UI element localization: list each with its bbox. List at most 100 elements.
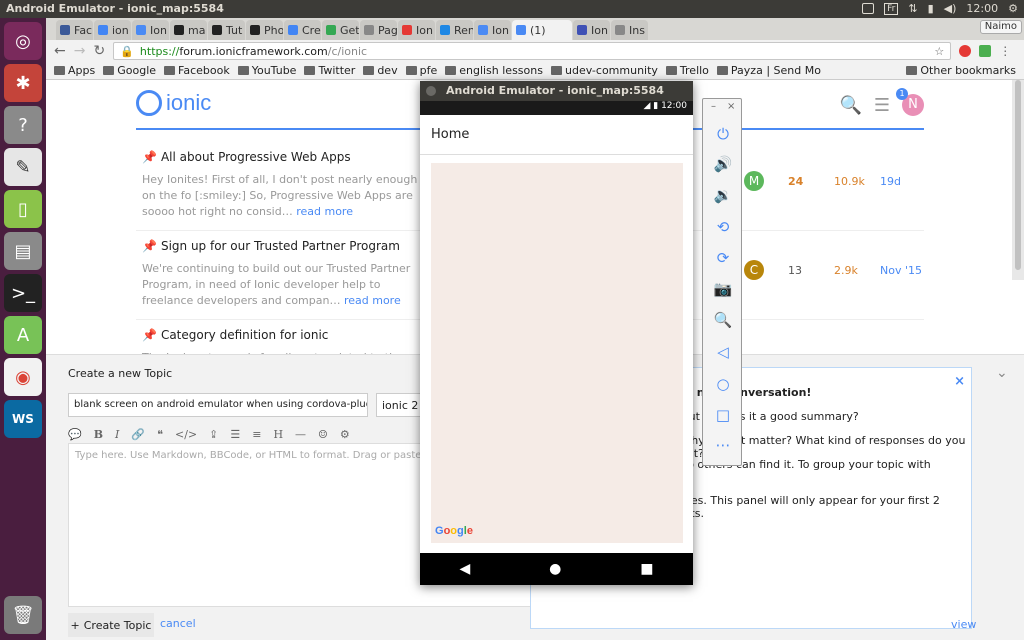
bookmark-item[interactable]: Twitter xyxy=(304,64,355,77)
quote-icon[interactable]: 💬 xyxy=(68,428,82,441)
activity-date[interactable]: 19d xyxy=(880,175,901,188)
bookmark-item[interactable]: Google xyxy=(103,64,156,77)
browser-tab[interactable]: Ion xyxy=(398,20,435,40)
battery-icon[interactable]: ▮ xyxy=(928,2,934,15)
other-bookmarks-folder[interactable]: Other bookmarks xyxy=(906,64,1016,77)
hamburger-menu-icon[interactable]: ☰ xyxy=(874,95,890,116)
close-icon[interactable]: × xyxy=(727,101,735,112)
home-circle-icon[interactable]: ○ xyxy=(703,375,743,393)
browser-tab[interactable]: Get xyxy=(322,20,359,40)
code-icon[interactable]: </> xyxy=(175,428,197,441)
bookmark-item[interactable]: YouTube xyxy=(237,64,296,77)
network-icon[interactable]: ⇅ xyxy=(908,2,917,15)
browser-tab[interactable]: Ion xyxy=(474,20,511,40)
topic-title-input[interactable]: blank screen on android emulator when us… xyxy=(68,393,368,417)
help-icon[interactable]: ? xyxy=(4,106,42,144)
chevron-down-icon[interactable]: ⌄ xyxy=(996,365,1008,381)
text-editor-icon[interactable]: ✎ xyxy=(4,148,42,186)
rotate-right-icon[interactable]: ⟳ xyxy=(703,249,743,267)
browser-tab[interactable]: Fac xyxy=(56,20,93,40)
read-more-link[interactable]: read more xyxy=(296,205,353,218)
poster-avatar[interactable]: C xyxy=(744,260,764,280)
menu-icon[interactable]: ⋮ xyxy=(999,44,1011,58)
bookmark-star-icon[interactable]: ☆ xyxy=(934,45,944,58)
back-arrow-icon[interactable]: ← xyxy=(54,43,66,59)
bookmark-item[interactable]: Facebook xyxy=(164,64,230,77)
browser-tab[interactable]: Pho xyxy=(246,20,283,40)
options-gear-icon[interactable]: ⚙ xyxy=(340,428,350,441)
forward-arrow-icon[interactable]: → xyxy=(74,43,86,59)
window-close-icon[interactable] xyxy=(426,86,436,96)
adblock-extension-icon[interactable] xyxy=(959,45,972,57)
zoom-icon[interactable]: 🔍 xyxy=(703,311,743,329)
browser-tab[interactable]: (1) xyxy=(512,20,572,40)
back-triangle-icon[interactable]: ◁ xyxy=(703,343,743,361)
browser-tab[interactable]: Pag xyxy=(360,20,397,40)
browser-tab[interactable]: Ion xyxy=(573,20,610,40)
volume-down-icon[interactable]: 🔉 xyxy=(703,186,743,204)
reload-icon[interactable]: ↻ xyxy=(93,43,105,59)
google-map-view[interactable] xyxy=(431,163,683,543)
profile-button[interactable]: Naimo xyxy=(979,20,1022,34)
browser-tab[interactable]: Cre xyxy=(284,20,321,40)
bold-icon[interactable]: B xyxy=(94,428,103,441)
terminal-icon[interactable]: >_ xyxy=(4,274,42,312)
link-icon[interactable]: 🔗 xyxy=(131,428,145,441)
nav-home-icon[interactable]: ● xyxy=(549,561,561,577)
search-icon[interactable]: 🔍 xyxy=(839,95,861,116)
browser-tab[interactable]: ion xyxy=(94,20,131,40)
cancel-link[interactable]: cancel xyxy=(160,617,196,630)
system-settings-icon[interactable]: ✱ xyxy=(4,64,42,102)
activity-date[interactable]: Nov '15 xyxy=(880,264,922,277)
browser-tab[interactable]: Tut xyxy=(208,20,245,40)
topic-title-line[interactable]: 📌 Category definition for ionic xyxy=(142,328,422,342)
bookmark-item[interactable]: udev-community xyxy=(550,64,658,77)
overview-square-icon[interactable]: □ xyxy=(703,406,743,424)
volume-icon[interactable]: ◀) xyxy=(944,2,957,15)
topic-title-line[interactable]: 📌 All about Progressive Web Apps xyxy=(142,150,422,164)
browser-tab[interactable]: ma xyxy=(170,20,207,40)
bookmark-item[interactable]: Payza | Send Mo xyxy=(716,64,821,77)
topic-title-line[interactable]: 📌 Sign up for our Trusted Partner Program xyxy=(142,239,422,253)
read-more-link[interactable]: read more xyxy=(344,294,401,307)
topic-row[interactable]: 📌 All about Progressive Web Apps Hey Ionit… xyxy=(142,150,422,220)
emoji-icon[interactable]: ☺ xyxy=(318,428,328,441)
dropbox-icon[interactable] xyxy=(862,3,875,14)
android-device-icon[interactable]: ▯ xyxy=(4,190,42,228)
topic-row[interactable]: 📌 Sign up for our Trusted Partner Program… xyxy=(142,239,422,309)
numbered-list-icon[interactable]: ≡ xyxy=(252,428,261,441)
extension-icon[interactable] xyxy=(979,45,992,57)
horizontal-rule-icon[interactable]: — xyxy=(295,428,306,441)
tip-footer-link[interactable]: view xyxy=(951,618,976,631)
ubuntu-dash-icon[interactable]: ◎ xyxy=(4,22,42,60)
chrome-icon[interactable]: ◉ xyxy=(4,358,42,396)
more-icon[interactable]: ⋯ xyxy=(703,436,743,454)
rotate-left-icon[interactable]: ⟲ xyxy=(703,218,743,236)
file-cabinet-icon[interactable]: ▤ xyxy=(4,232,42,270)
ionic-logo[interactable]: ionic xyxy=(136,90,211,116)
page-scrollbar[interactable] xyxy=(1012,80,1024,280)
create-topic-button[interactable]: + Create Topic xyxy=(68,613,154,637)
user-avatar[interactable]: N 1 xyxy=(896,88,924,116)
android-studio-icon[interactable]: A xyxy=(4,316,42,354)
keyboard-layout-indicator[interactable]: Fr xyxy=(884,2,899,15)
bookmark-item[interactable]: Trello xyxy=(665,64,709,77)
trash-icon[interactable]: 🗑 xyxy=(4,596,42,634)
upload-icon[interactable]: ⇪ xyxy=(209,428,218,441)
volume-up-icon[interactable]: 🔊 xyxy=(703,155,743,173)
bookmark-item[interactable]: Apps xyxy=(54,64,95,77)
settings-gear-icon[interactable]: ⚙ xyxy=(1008,2,1018,15)
italic-icon[interactable]: I xyxy=(115,428,119,441)
browser-tab[interactable]: Ins xyxy=(611,20,648,40)
nav-back-icon[interactable]: ◀ xyxy=(459,561,470,577)
bookmark-item[interactable]: english lessons xyxy=(445,64,543,77)
address-bar[interactable]: 🔒 https://forum.ionicframework.com/c/ion… xyxy=(113,42,952,60)
minimize-icon[interactable]: – xyxy=(711,101,716,112)
close-icon[interactable]: × xyxy=(954,374,965,389)
power-icon[interactable]: ⏻ xyxy=(703,125,743,143)
bookmark-item[interactable]: dev xyxy=(363,64,398,77)
bookmark-item[interactable]: pfe xyxy=(405,64,437,77)
browser-tab[interactable]: Ion xyxy=(132,20,169,40)
poster-avatar[interactable]: M xyxy=(744,171,764,191)
blockquote-icon[interactable]: ❝ xyxy=(157,428,163,441)
